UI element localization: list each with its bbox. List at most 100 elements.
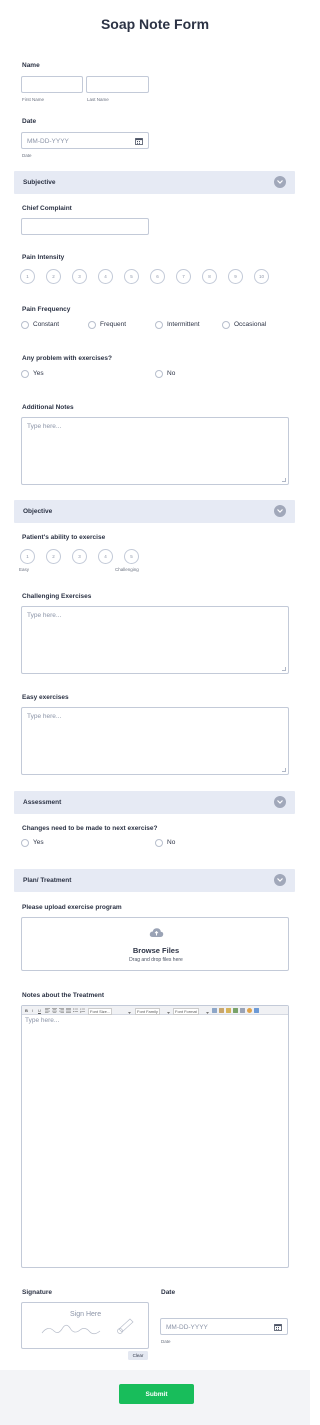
font-format-select[interactable]: Font Format: [173, 1007, 199, 1015]
radio-frequent-label: Frequent: [100, 321, 127, 328]
treatment-notes-label: Notes about the Treatment: [22, 992, 104, 999]
copy-icon[interactable]: [212, 1008, 217, 1013]
chevron-down-icon: [167, 1009, 170, 1016]
link-icon[interactable]: [233, 1008, 238, 1013]
ability-high-label: Challenging: [115, 567, 139, 572]
chevron-down-icon[interactable]: [274, 796, 286, 808]
pain-intensity-option[interactable]: 7: [176, 269, 191, 284]
paste-icon[interactable]: [219, 1008, 224, 1013]
section-assessment-title: Assessment: [23, 799, 62, 806]
font-size-select[interactable]: Font Size...: [88, 1007, 113, 1015]
date-input[interactable]: MM-DD-YYYY: [21, 132, 149, 149]
file-upload-dropzone[interactable]: Browse Files Drag and drop files here: [21, 917, 289, 971]
pain-intensity-option[interactable]: 6: [150, 269, 165, 284]
ability-option[interactable]: 2: [46, 549, 61, 564]
ability-option[interactable]: 4: [98, 549, 113, 564]
bold-button[interactable]: B: [25, 1008, 28, 1013]
resize-handle[interactable]: [282, 768, 286, 772]
numbered-list-icon[interactable]: [80, 1008, 85, 1015]
calendar-icon[interactable]: [135, 137, 143, 147]
section-subjective-title: Subjective: [23, 179, 56, 186]
name-label: Name: [22, 62, 40, 69]
pain-intensity-option[interactable]: 1: [20, 269, 35, 284]
resize-handle[interactable]: [282, 667, 286, 671]
bullet-list-icon[interactable]: [73, 1008, 78, 1015]
chevron-down-icon[interactable]: [274, 176, 286, 188]
align-left-icon[interactable]: [45, 1008, 50, 1015]
pain-intensity-option[interactable]: 4: [98, 269, 113, 284]
browse-files-text[interactable]: Browse Files: [22, 946, 290, 955]
pain-intensity-option[interactable]: 2: [46, 269, 61, 284]
chevron-down-icon[interactable]: [274, 874, 286, 886]
radio-changes-no[interactable]: [155, 839, 163, 847]
paste-text-icon[interactable]: [226, 1008, 231, 1013]
chevron-down-icon: [206, 1009, 209, 1016]
underline-button[interactable]: U: [38, 1008, 41, 1013]
section-subjective[interactable]: Subjective: [14, 171, 295, 194]
first-name-input[interactable]: [21, 76, 83, 93]
emoji-icon[interactable]: [247, 1008, 252, 1013]
section-plan-title: Plan/ Treatment: [23, 877, 72, 884]
problem-label: Any problem with exercises?: [22, 355, 112, 362]
date-label: Date: [22, 118, 37, 125]
easy-placeholder: Type here...: [27, 713, 62, 720]
clear-signature-button[interactable]: Clear: [128, 1351, 148, 1360]
date2-label: Date: [161, 1289, 176, 1296]
challenging-textarea[interactable]: Type here...: [21, 606, 289, 674]
radio-problem-no[interactable]: [155, 370, 163, 378]
chief-complaint-input[interactable]: [21, 218, 149, 235]
italic-button[interactable]: I: [32, 1008, 33, 1013]
treatment-notes-placeholder: Type here...: [25, 1017, 60, 1024]
last-name-input[interactable]: [86, 76, 149, 93]
first-name-sublabel: First Name: [22, 97, 45, 102]
radio-occasional-label: Occasional: [234, 321, 267, 328]
chevron-down-icon: [128, 1009, 131, 1016]
date2-sublabel: Date: [161, 1339, 171, 1344]
font-family-select[interactable]: Font Family: [135, 1007, 160, 1015]
image-icon[interactable]: [254, 1008, 259, 1013]
challenging-label: Challenging Exercises: [22, 593, 92, 600]
pain-intensity-option[interactable]: 9: [228, 269, 243, 284]
calendar-icon[interactable]: [274, 1323, 282, 1333]
signature-pad[interactable]: Sign Here: [21, 1302, 149, 1349]
resize-handle[interactable]: [282, 478, 286, 482]
ability-option[interactable]: 1: [20, 549, 35, 564]
drag-drop-text: Drag and drop files here: [129, 957, 183, 963]
additional-notes-textarea[interactable]: Type here...: [21, 417, 289, 485]
pain-intensity-option[interactable]: 10: [254, 269, 269, 284]
chevron-down-icon[interactable]: [274, 505, 286, 517]
ability-option[interactable]: 5: [124, 549, 139, 564]
radio-frequent[interactable]: [88, 321, 96, 329]
radio-problem-no-label: No: [167, 370, 176, 377]
pain-intensity-option[interactable]: 5: [124, 269, 139, 284]
last-name-sublabel: Last Name: [87, 97, 109, 102]
date2-placeholder: MM-DD-YYYY: [166, 1323, 208, 1331]
date2-input[interactable]: MM-DD-YYYY: [160, 1318, 288, 1335]
radio-occasional[interactable]: [222, 321, 230, 329]
radio-problem-yes[interactable]: [21, 370, 29, 378]
pain-intensity-option[interactable]: 3: [72, 269, 87, 284]
section-objective[interactable]: Objective: [14, 500, 295, 523]
ability-option[interactable]: 3: [72, 549, 87, 564]
section-plan[interactable]: Plan/ Treatment: [14, 869, 295, 892]
align-right-icon[interactable]: [59, 1008, 64, 1015]
align-center-icon[interactable]: [52, 1008, 57, 1015]
section-assessment[interactable]: Assessment: [14, 791, 295, 814]
signature-label: Signature: [22, 1289, 52, 1296]
editor-toolbar: B I U Font Size... Font Family Font Form…: [22, 1006, 288, 1015]
pain-intensity-option[interactable]: 8: [202, 269, 217, 284]
submit-button[interactable]: Submit: [119, 1384, 194, 1404]
radio-intermittent[interactable]: [155, 321, 163, 329]
challenging-placeholder: Type here...: [27, 612, 62, 619]
rich-text-editor[interactable]: B I U Font Size... Font Family Font Form…: [21, 1005, 289, 1268]
radio-changes-no-label: No: [167, 839, 176, 846]
align-justify-icon[interactable]: [66, 1008, 71, 1015]
unlink-icon[interactable]: [240, 1008, 245, 1013]
radio-constant[interactable]: [21, 321, 29, 329]
changes-label: Changes need to be made to next exercise…: [22, 825, 158, 832]
pain-intensity-label: Pain Intensity: [22, 254, 65, 261]
easy-label: Easy exercises: [22, 694, 69, 701]
upload-label: Please upload exercise program: [22, 904, 122, 911]
easy-textarea[interactable]: Type here...: [21, 707, 289, 775]
radio-changes-yes[interactable]: [21, 839, 29, 847]
